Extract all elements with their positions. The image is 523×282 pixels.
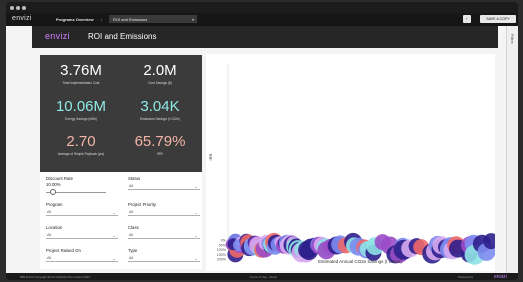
chevron-down-icon: ⌄	[112, 209, 116, 215]
report-select-value: ROI and Emissions	[113, 17, 148, 22]
filter-label: Class	[128, 225, 139, 230]
discount-rate-value[interactable]: 10.00%	[46, 182, 61, 187]
y-tick-label: 0%	[221, 239, 227, 243]
chevron-down-icon: ⌄	[194, 255, 198, 261]
filter-label: Location	[46, 225, 63, 230]
footer-powered-by: Powered by	[458, 275, 474, 279]
program-filter: Program All ⌄	[46, 202, 118, 216]
filter-label: Discount Rate	[46, 176, 73, 181]
kpi-value: 3.76M	[60, 62, 102, 79]
filter-label: Program	[46, 202, 63, 207]
y-tick-label: 150%	[217, 253, 227, 257]
window-minimize-dot[interactable]	[16, 6, 20, 10]
info-button[interactable]: i	[463, 15, 471, 23]
discount-rate-filter: Discount Rate	[46, 176, 118, 181]
y-tick-label: 100%	[217, 248, 227, 252]
kpi-value: 10.06M	[55, 98, 107, 115]
kpi-value: 2.0M	[143, 62, 177, 79]
status-dropdown[interactable]: All ⌄	[128, 183, 200, 190]
chevron-down-icon: ⌄	[194, 232, 198, 238]
scatter-plot-svg: 200%150%100%50%0% Estimated Annual CO2e …	[208, 64, 500, 265]
chevron-down-icon: ⌄	[194, 209, 198, 215]
report-select[interactable]: ROI and Emissions ▾	[109, 15, 197, 23]
filters-panel: Discount Rate 10.00% Status All ⌄ Program…	[40, 172, 202, 269]
report-header: envizi ROI and Emissions	[32, 26, 498, 48]
dropdown-value: All	[47, 210, 52, 214]
footer-links[interactable]: Terms of Use · About	[250, 275, 277, 279]
class-dropdown[interactable]: All ⌄	[128, 232, 200, 239]
kpi-label: Energy Savings (kWh)	[65, 117, 97, 121]
project-raised-on-dropdown[interactable]: All ⌄	[46, 255, 118, 262]
chevron-down-icon: ⌄	[112, 255, 116, 261]
program-dropdown[interactable]: All ⌄	[46, 209, 118, 216]
kpi-value: 65.79%	[134, 133, 186, 150]
filter-label: Project Raised On	[46, 248, 81, 253]
breadcrumb-programs-overview[interactable]: Programs Overview	[56, 17, 94, 22]
class-filter: Class All ⌄	[128, 225, 200, 239]
project-priority-filter: Project Priority All ⌄	[128, 202, 200, 216]
irr-vs-co2e-bubble-chart: 200% 150% 100% 50% 0% Estimated Annual CO2e …	[206, 54, 500, 271]
dropdown-value: All	[129, 233, 134, 237]
kpi-label: IRR	[157, 152, 163, 156]
filters-sidebar[interactable]: Filters	[506, 26, 518, 273]
filter-label: Project Priority	[128, 202, 156, 207]
kpi-emissions-savings: 3.04K Emissions Savings (t CO2e)	[124, 98, 196, 122]
top-navbar: envizi Programs Overview / ROI and Emiss…	[6, 13, 518, 26]
kpi-energy-savings: 10.06M Energy Savings (kWh)	[45, 98, 117, 122]
dropdown-value: All	[47, 256, 52, 260]
sidebar-filters-label: Filters	[510, 34, 514, 44]
dropdown-value: All	[129, 184, 134, 188]
window-close-dot[interactable]	[10, 6, 14, 10]
kpi-label: Total Implementation Cost	[62, 81, 100, 85]
chevron-down-icon: ⌄	[112, 232, 116, 238]
status-filter: Status All ⌄	[128, 176, 200, 190]
dropdown-value: All	[47, 233, 52, 237]
app-logo[interactable]: envizi	[12, 15, 32, 22]
slider-handle[interactable]	[50, 189, 57, 195]
app-window: envizi Programs Overview / ROI and Emiss…	[6, 2, 518, 280]
kpi-label: Cost Savings ($)	[148, 81, 172, 85]
dropdown-value: All	[129, 256, 134, 260]
dropdown-value: All	[129, 210, 134, 214]
footer-copyright: IBM Envizi Copyright Envizi Software Pty…	[20, 275, 90, 279]
dashboard-content: envizi ROI and Emissions 3.76M Total Imp…	[6, 26, 506, 273]
footer-brand: envizi	[494, 273, 507, 280]
window-chrome	[6, 2, 518, 13]
filter-label: Type	[128, 248, 138, 253]
chevron-down-icon: ▾	[191, 17, 194, 22]
kpi-implementation-cost: 3.76M Total Implementation Cost	[45, 62, 117, 86]
location-dropdown[interactable]: All ⌄	[46, 232, 118, 239]
breadcrumb-separator: /	[101, 17, 103, 22]
chevron-down-icon: ⌄	[194, 183, 198, 189]
location-filter: Location All ⌄	[46, 225, 118, 239]
kpi-irr: 65.79% IRR	[124, 133, 196, 157]
kpi-simple-payback: 2.70 Average of Simple Payback (yrs)	[45, 133, 117, 157]
filter-label: Status	[128, 176, 141, 181]
save-a-copy-button[interactable]: SAVE A COPY	[480, 15, 516, 23]
y-tick-label: 200%	[217, 258, 227, 262]
y-tick-label: 50%	[219, 243, 227, 247]
window-maximize-dot[interactable]	[22, 6, 26, 10]
project-priority-dropdown[interactable]: All ⌄	[128, 209, 200, 216]
type-dropdown[interactable]: All ⌄	[128, 255, 200, 262]
project-raised-on-filter: Project Raised On All ⌄	[46, 248, 118, 262]
brand-logo: envizi	[45, 31, 70, 41]
kpi-value: 2.70	[66, 133, 96, 150]
type-filter: Type All ⌄	[128, 248, 200, 262]
kpi-label: Average of Simple Payback (yrs)	[57, 152, 105, 156]
kpi-label: Emissions Savings (t CO2e)	[140, 117, 180, 121]
kpi-cost-savings: 2.0M Cost Savings ($)	[124, 62, 196, 86]
x-axis-label: Estimated Annual CO2e Savings (t CO2e)	[318, 259, 402, 264]
y-tick-labels: 200%150%100%50%0%	[217, 239, 227, 262]
page-title: ROI and Emissions	[88, 32, 157, 41]
y-axis-label: IRR	[208, 153, 213, 160]
footer: IBM Envizi Copyright Envizi Software Pty…	[6, 273, 518, 280]
kpi-value: 3.04K	[140, 98, 180, 115]
